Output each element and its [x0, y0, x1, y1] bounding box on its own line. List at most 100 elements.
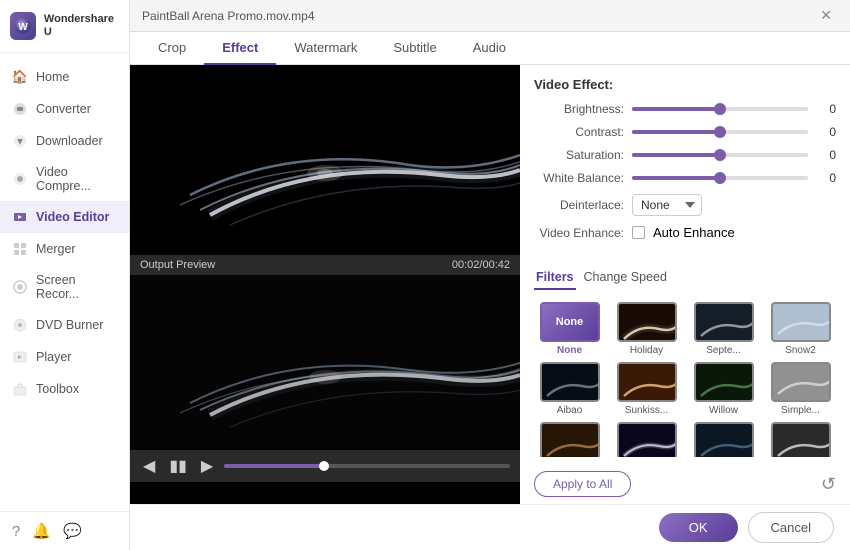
cancel-button[interactable]: Cancel	[748, 512, 834, 543]
brightness-thumb	[714, 103, 726, 115]
next-button[interactable]: ▶	[198, 456, 216, 476]
feedback-icon[interactable]: 💬	[63, 522, 82, 540]
sidebar-nav: 🏠 Home Converter Downloader	[0, 53, 129, 511]
contrast-row: Contrast: 0	[534, 125, 836, 139]
enhance-row: Video Enhance: Auto Enhance	[534, 225, 836, 240]
converter-icon	[12, 101, 28, 117]
sidebar-item-downloader[interactable]: Downloader	[0, 125, 129, 157]
player-icon	[12, 349, 28, 365]
filter-glow[interactable]: Glow	[611, 422, 682, 457]
notification-icon[interactable]: 🔔	[32, 522, 51, 540]
downloader-icon	[12, 133, 28, 149]
filter-retro-thumb	[540, 422, 600, 457]
main-content: PaintBall Arena Promo.mov.mp4 ✕ Crop Eff…	[130, 0, 850, 550]
saturation-thumb	[714, 149, 726, 161]
filter-september-thumb	[694, 302, 754, 342]
enhance-label: Video Enhance:	[534, 226, 624, 240]
tab-crop[interactable]: Crop	[140, 32, 204, 65]
top-video-canvas	[130, 65, 520, 255]
app-name-label: Wondershare U	[44, 13, 119, 39]
filter-none[interactable]: None None	[534, 302, 605, 356]
close-button[interactable]: ✕	[814, 5, 838, 26]
help-icon[interactable]: ?	[12, 523, 20, 540]
sidebar-item-toolbox[interactable]: Toolbox	[0, 373, 129, 405]
toolbox-icon	[12, 381, 28, 397]
auto-enhance-checkbox[interactable]	[632, 226, 645, 239]
filter-simple[interactable]: Simple...	[765, 362, 836, 416]
filter-holiday[interactable]: Holiday	[611, 302, 682, 356]
filter-snow2[interactable]: Snow2	[765, 302, 836, 356]
white-balance-row: White Balance: 0	[534, 171, 836, 185]
sidebar-item-merger-label: Merger	[36, 242, 76, 256]
filter-grid: None None Holiday	[534, 302, 836, 457]
filter-raindr-thumb	[694, 422, 754, 457]
filter-bwno-thumb	[771, 422, 831, 457]
tab-watermark[interactable]: Watermark	[276, 32, 375, 65]
filter-retro[interactable]: Retro	[534, 422, 605, 457]
filter-aibao-thumb	[540, 362, 600, 402]
sidebar-item-video-editor-label: Video Editor	[36, 210, 109, 224]
filter-sunkiss[interactable]: Sunkiss...	[611, 362, 682, 416]
sidebar-item-dvd-burner[interactable]: DVD Burner	[0, 309, 129, 341]
filter-aibao-label: Aibao	[557, 405, 583, 416]
sidebar-item-converter[interactable]: Converter	[0, 93, 129, 125]
sidebar-item-screen-recorder-label: Screen Recor...	[36, 273, 117, 301]
filter-sunkiss-label: Sunkiss...	[625, 405, 668, 416]
sidebar-item-player[interactable]: Player	[0, 341, 129, 373]
filter-bwno[interactable]: BW No...	[765, 422, 836, 457]
brightness-fill	[632, 107, 720, 111]
top-preview	[130, 65, 520, 255]
sidebar-item-screen-recorder[interactable]: Screen Recor...	[0, 265, 129, 309]
filter-raindr[interactable]: RainDr...	[688, 422, 759, 457]
reset-button[interactable]: ↺	[821, 474, 836, 495]
filter-holiday-label: Holiday	[630, 345, 663, 356]
progress-thumb	[319, 461, 329, 471]
ok-button[interactable]: OK	[659, 513, 738, 542]
filter-aibao[interactable]: Aibao	[534, 362, 605, 416]
filter-september[interactable]: Septe...	[688, 302, 759, 356]
apply-to-all-button[interactable]: Apply to All	[534, 471, 631, 497]
sidebar-item-merger[interactable]: Merger	[0, 233, 129, 265]
app-logo: W	[10, 12, 36, 40]
tab-audio[interactable]: Audio	[455, 32, 524, 65]
tab-bar: Crop Effect Watermark Subtitle Audio	[130, 32, 850, 65]
contrast-thumb	[714, 126, 726, 138]
saturation-label: Saturation:	[534, 148, 624, 162]
tab-change-speed[interactable]: Change Speed	[582, 266, 669, 290]
filter-willow[interactable]: Willow	[688, 362, 759, 416]
sidebar-item-video-compressor[interactable]: Video Compre...	[0, 157, 129, 201]
brightness-value: 0	[816, 102, 836, 116]
brightness-slider[interactable]	[632, 107, 808, 111]
deinterlace-select[interactable]: None Yadif Yadif2x	[632, 194, 702, 216]
sidebar-item-dvd-burner-label: DVD Burner	[36, 318, 103, 332]
contrast-fill	[632, 130, 720, 134]
timecode: 00:02/00:42	[452, 259, 510, 271]
tab-effect[interactable]: Effect	[204, 32, 276, 65]
dvd-burner-icon	[12, 317, 28, 333]
tab-filters[interactable]: Filters	[534, 266, 576, 290]
progress-bar[interactable]	[224, 464, 510, 468]
bottom-video-canvas	[130, 275, 520, 450]
contrast-label: Contrast:	[534, 125, 624, 139]
video-compressor-icon	[12, 171, 28, 187]
merger-icon	[12, 241, 28, 257]
output-preview-label: Output Preview	[140, 259, 215, 271]
output-bar: Output Preview 00:02/00:42	[130, 255, 520, 275]
saturation-value: 0	[816, 148, 836, 162]
filter-willow-thumb	[694, 362, 754, 402]
filter-holiday-thumb	[617, 302, 677, 342]
filter-snow2-label: Snow2	[785, 345, 816, 356]
brightness-row: Brightness: 0	[534, 102, 836, 116]
saturation-slider[interactable]	[632, 153, 808, 157]
bottom-preview	[130, 275, 520, 450]
sidebar-item-video-editor[interactable]: Video Editor	[0, 201, 129, 233]
tab-subtitle[interactable]: Subtitle	[375, 32, 454, 65]
filter-simple-thumb	[771, 362, 831, 402]
filter-simple-label: Simple...	[781, 405, 820, 416]
prev-button[interactable]: ◀	[140, 456, 158, 476]
white-balance-slider[interactable]	[632, 176, 808, 180]
right-panel: Video Effect: Brightness: 0 Contrast: 0	[520, 65, 850, 504]
sidebar-item-home[interactable]: 🏠 Home	[0, 61, 129, 93]
contrast-slider[interactable]	[632, 130, 808, 134]
play-pause-button[interactable]: ▮▮	[166, 456, 190, 476]
